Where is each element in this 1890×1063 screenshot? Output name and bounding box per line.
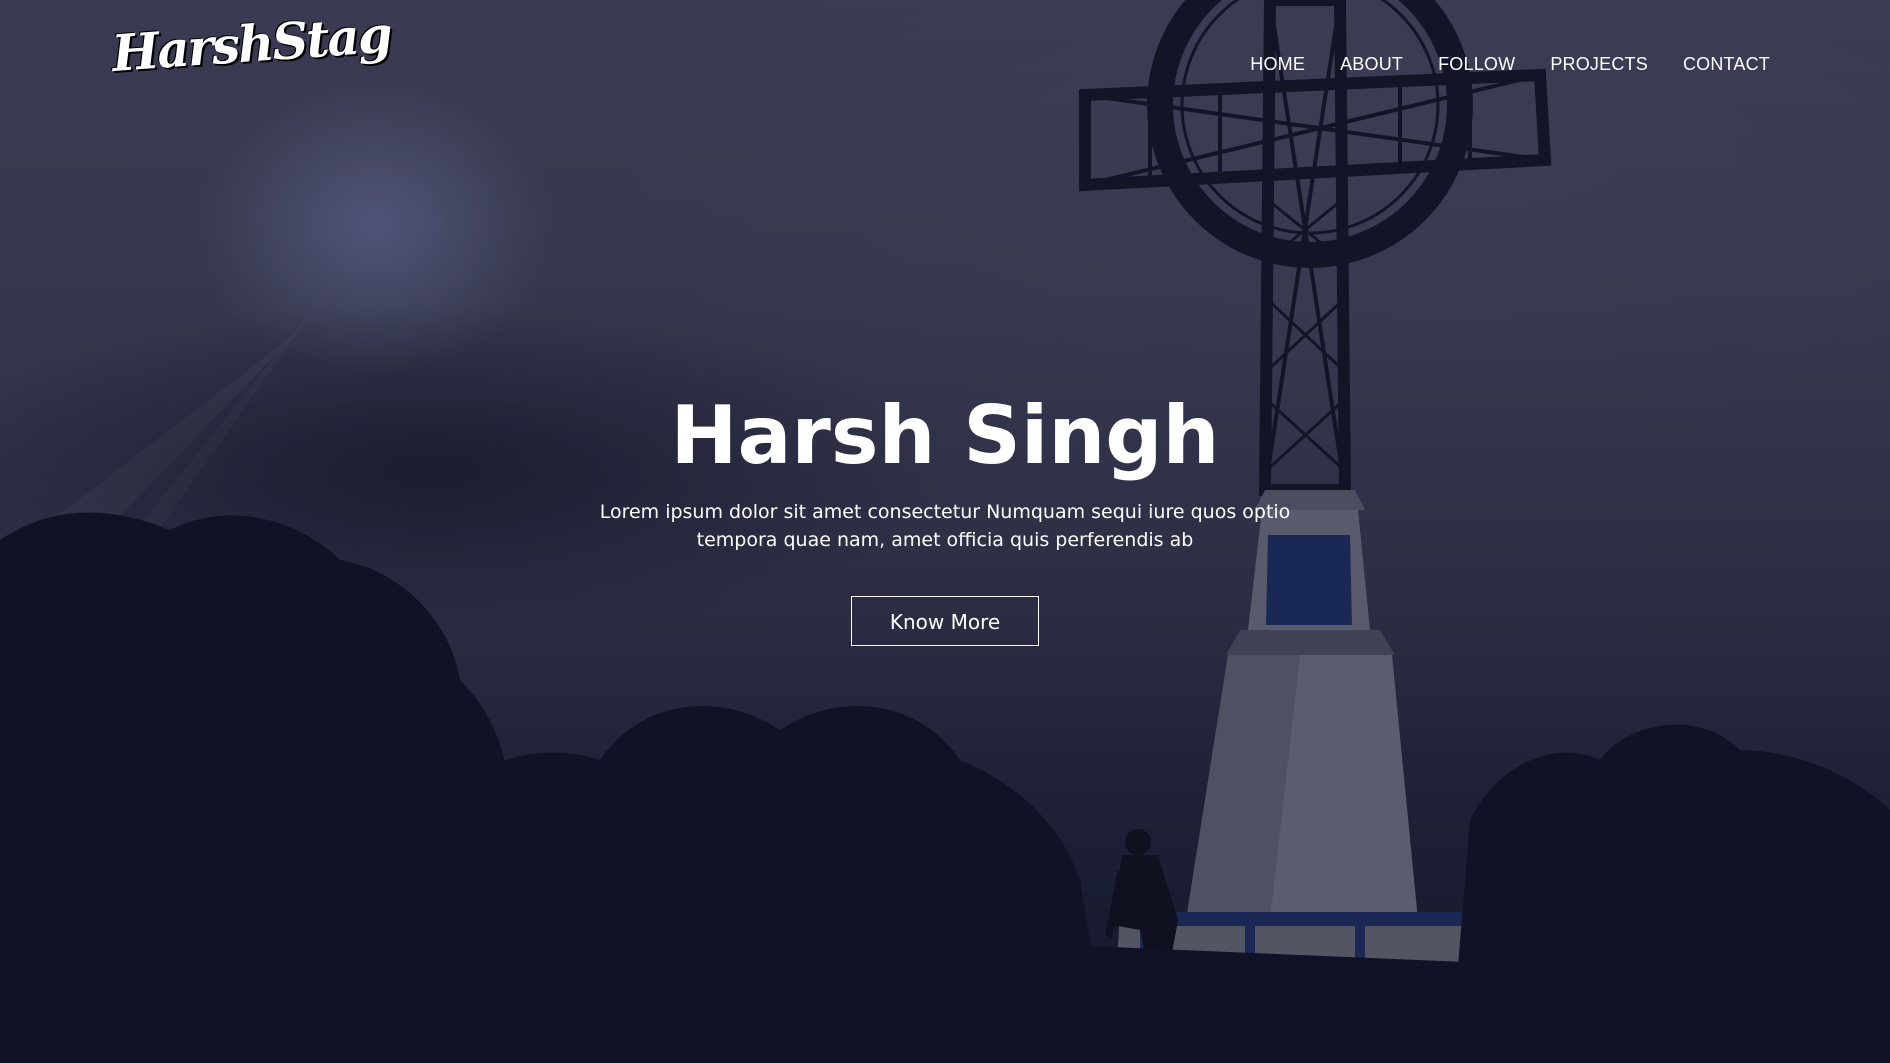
nav-item-follow[interactable]: FOLLOW <box>1438 54 1515 75</box>
nav-item-about[interactable]: ABOUT <box>1340 54 1403 75</box>
hero-title: Harsh Singh <box>670 389 1220 482</box>
nav-item-contact[interactable]: CONTACT <box>1683 54 1770 75</box>
know-more-button[interactable]: Know More <box>851 596 1039 646</box>
hero-content: Harsh Singh Lorem ipsum dolor sit amet c… <box>0 388 1890 646</box>
nav-item-home[interactable]: HOME <box>1250 54 1305 75</box>
hero-description: Lorem ipsum dolor sit amet consectetur N… <box>599 501 1291 551</box>
main-navigation: HOME ABOUT FOLLOW PROJECTS CONTACT <box>1250 54 1770 75</box>
hero-section: HarshStag HOME ABOUT FOLLOW PROJECTS CON… <box>0 0 1890 1063</box>
nav-item-projects[interactable]: PROJECTS <box>1550 54 1648 75</box>
